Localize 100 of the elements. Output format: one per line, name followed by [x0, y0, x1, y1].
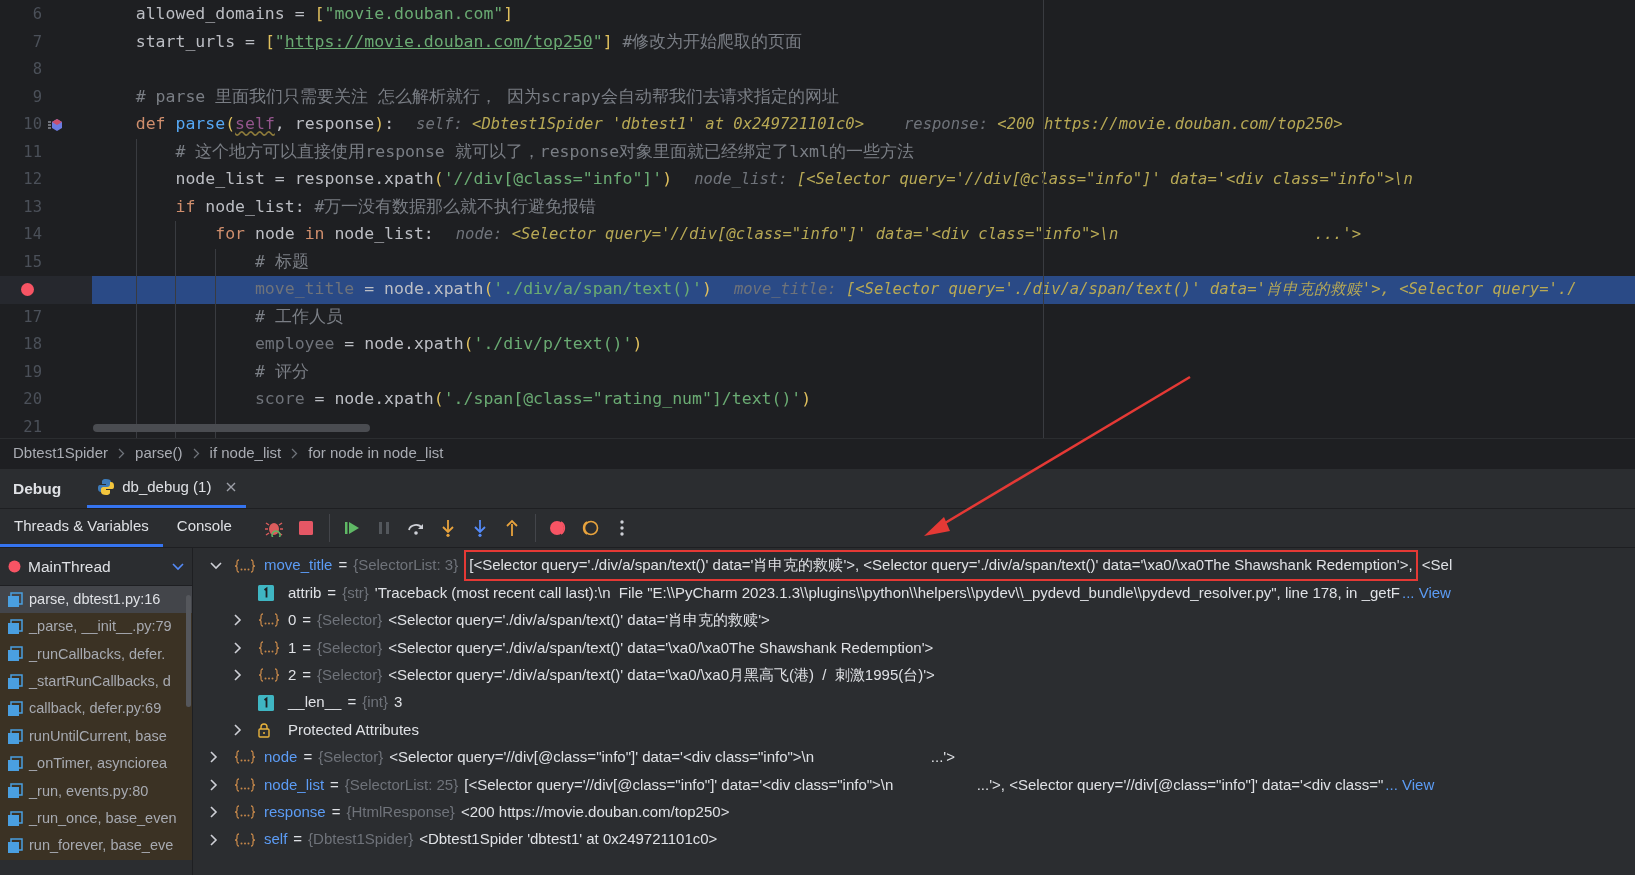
stack-frame[interactable]: _onTimer, asynciorea — [0, 750, 192, 778]
equals-sign: = — [329, 774, 340, 795]
code-line: start_urls = ["https://movie.douban.com/top250"] #修改为开始爬取的页面 — [135, 30, 803, 53]
variable-type: {SelectorList: 25} — [344, 774, 459, 795]
variable-name: 0 — [288, 610, 297, 631]
code-line: # 评分 — [254, 360, 309, 383]
chevron-right-icon[interactable] — [234, 641, 242, 654]
stack-frame[interactable]: _run, events.py:80 — [0, 777, 192, 806]
chevron-right-icon[interactable] — [210, 833, 218, 846]
variable-name: attrib — [288, 582, 322, 603]
variable-name: __len__ — [288, 692, 342, 713]
equals-sign: = — [326, 582, 338, 603]
chevron-right-icon[interactable] — [234, 669, 242, 682]
stack-frame-icon — [7, 591, 23, 608]
more-options-icon — [619, 520, 624, 536]
breadcrumb-item[interactable]: for node in node_list — [306, 442, 446, 465]
chevron-right-icon[interactable] — [210, 806, 218, 819]
variable-type: {Selector} — [317, 637, 383, 658]
stop-icon — [296, 519, 315, 537]
code-line: if node_list: #万一没有数据那么就不执行避免报错 — [175, 195, 597, 218]
variable-value: <Selector query='./div/a/span/text()' data='\xa0/\xa0月黑高飞(港) / 刺激1995(台)'> — [388, 665, 935, 685]
stack-frame[interactable]: _run_once, base_even — [0, 805, 192, 833]
chevron-right-icon[interactable] — [234, 724, 242, 737]
close-icon[interactable] — [226, 482, 237, 492]
scrollbar-thumb[interactable] — [186, 595, 191, 707]
equals-sign: = — [302, 747, 314, 768]
view-link[interactable]: ... View — [1400, 581, 1451, 605]
variable-type: {SelectorList: 3} — [353, 555, 459, 576]
code-line: node_list = response.xpath('//div[@class="info"]') — [175, 168, 673, 191]
stack-frame[interactable]: callback, defer.py:69 — [0, 695, 192, 723]
stack-frame[interactable]: _parse, __init__.py:79 — [0, 613, 192, 641]
breakpoints-icon — [549, 519, 568, 537]
primitive-value-icon — [258, 585, 274, 602]
variable-type: {Dbtest1Spider} — [308, 829, 414, 850]
variable-value: <Sel — [1420, 555, 1453, 576]
code-line: # parse 里面我们只需要关注 怎么解析就行， 因为scrapy会自动帮我们去请求指定的网址 — [135, 85, 839, 108]
object-icon — [258, 639, 280, 656]
chevron-right-icon[interactable] — [234, 614, 242, 627]
variable-name: node_list — [264, 774, 325, 795]
variable-name: 2 — [288, 665, 297, 685]
object-icon — [234, 804, 256, 821]
stack-frame[interactable]: _startRunCallbacks, d — [0, 668, 192, 696]
stack-frame[interactable]: runUntilCurrent, base — [0, 722, 192, 751]
code-line: # 工作人员 — [254, 305, 343, 328]
object-icon — [234, 557, 256, 574]
code-line: score = node.xpath('./span[@class="rating_num"]/text()') — [254, 388, 812, 411]
equals-sign: = — [301, 610, 313, 631]
thread-status-icon — [8, 560, 21, 573]
stack-frame[interactable]: run_forever, base_eve — [0, 832, 192, 860]
stack-frame-icon — [7, 701, 23, 718]
chevron-down-icon[interactable] — [210, 561, 222, 570]
view-link[interactable]: ... View — [1383, 773, 1435, 797]
variable-value: <Selector query='./div/a/span/text()' data='肖申克的救赎'> — [388, 610, 770, 631]
chevron-right-icon[interactable] — [210, 751, 218, 764]
breakpoint-icon[interactable] — [21, 283, 34, 297]
variable-name: 1 — [288, 637, 297, 658]
stack-frame-icon — [7, 810, 23, 827]
variable-value: 'Traceback (most recent call last):\n File "E:\\PyCharm 2023.1.3\\plugins\\python\\helpers\\pydev\\_pydevd_bundle\\pydevd_resolver.py", line 178, in _getF — [374, 582, 1400, 603]
variable-name: node — [264, 747, 298, 768]
variable-type: {str} — [342, 582, 369, 603]
inline-value-hint: self: <Dbtest1Spider 'dbtest1' at 0x249721101c0> — [416, 114, 864, 136]
code-line: def parse(self, response): — [135, 113, 395, 136]
object-icon — [234, 831, 256, 848]
equals-sign: = — [346, 692, 358, 713]
breadcrumb-item[interactable]: if node_list — [207, 442, 284, 465]
stack-frame-icon — [7, 728, 23, 745]
inline-value-hint: node: <Selector query='//div[@class="info"]' data='<div class="info">\n ...'> — [455, 224, 1361, 246]
object-icon — [234, 749, 256, 766]
inline-value-hint: node_list: [<Selector query='//div[@class="info"]' data='<div class="info">\n — [694, 169, 1413, 191]
stack-frame-icon — [7, 838, 23, 855]
thread-dropdown[interactable]: MainThread — [8, 551, 184, 582]
object-icon — [234, 776, 256, 793]
variable-name: Protected Attributes — [288, 719, 419, 740]
chevron-right-icon — [291, 448, 299, 459]
variable-type: {int} — [362, 692, 389, 713]
variable-type: {Selector} — [318, 747, 384, 768]
horizontal-scrollbar[interactable] — [93, 424, 370, 432]
code-line: allowed_domains = ["movie.douban.com"] — [135, 3, 514, 26]
stack-frame[interactable]: parse, dbtest1.py:16 — [0, 586, 192, 614]
chevron-right-icon — [192, 448, 200, 459]
view-tab[interactable]: Console — [162, 509, 246, 547]
debug-session-tab[interactable]: db_debug (1) — [87, 469, 247, 508]
stack-frame-icon — [7, 756, 23, 773]
variable-value: [<Selector query='//div[@class="info"]' data='<div class="info">\n ...'>, <Selector query='//div[@class="info"]' data='<div class=" — [464, 774, 1384, 795]
panel-title: Debug — [12, 478, 63, 499]
chevron-right-icon[interactable] — [210, 778, 218, 791]
equals-sign: = — [330, 801, 342, 822]
variable-value: <Dbtest1Spider 'dbtest1' at 0x249721101c0> — [419, 829, 718, 850]
variable-value: <Selector query='//div[@class="info"]' data='<div class="info">\n ...'> — [389, 747, 955, 768]
variable-value: <Selector query='./div/a/span/text()' data='\xa0/\xa0The Shawshank Redemption'> — [388, 637, 934, 658]
highlighted-value: [<Selector query='./div/a/span/text()' data='肖申克的救赎'>, <Selector query='./div/a/span/text()' data='\xa0/\xa0The Shawshank Redemption'>, — [464, 550, 1418, 581]
object-icon — [258, 612, 280, 629]
code-line: move_title = node.xpath('./div/a/span/text()') — [254, 278, 712, 301]
stack-frame[interactable]: _runCallbacks, defer. — [0, 640, 192, 669]
breadcrumb-item[interactable]: parse() — [133, 442, 185, 465]
lock-icon — [258, 722, 270, 738]
view-tab[interactable]: Threads & Variables — [0, 509, 163, 547]
breadcrumb-item[interactable]: Dbtest1Spider — [11, 442, 111, 465]
chevron-right-icon — [118, 448, 126, 459]
python-icon — [97, 478, 116, 496]
